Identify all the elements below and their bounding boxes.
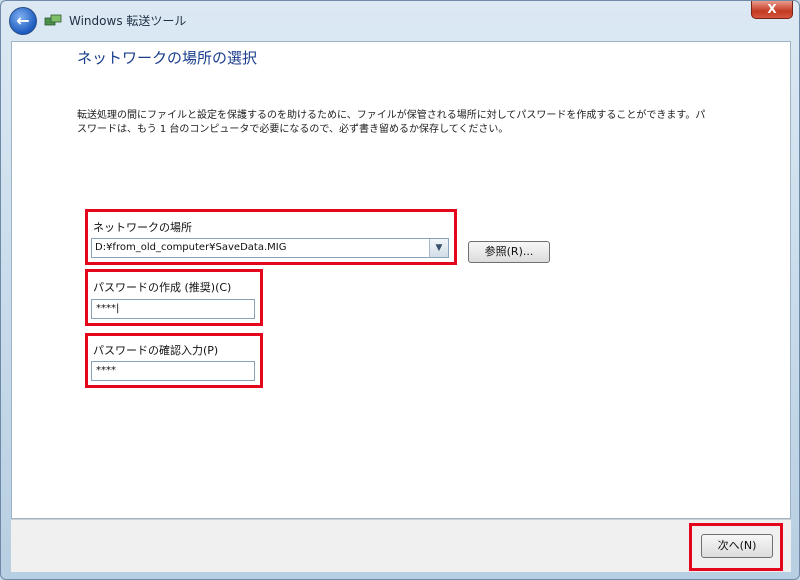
title-bar: ← Windows 転送ツール X: [1, 1, 800, 41]
wizard-footer: [11, 519, 791, 572]
transfer-tool-icon: [44, 14, 62, 26]
back-arrow-icon: ←: [16, 11, 30, 30]
confirm-password-input[interactable]: ****: [91, 361, 255, 381]
page-title: ネットワークの場所の選択: [77, 49, 258, 67]
browse-button[interactable]: 参照(R)...: [468, 241, 550, 263]
window-title: Windows 転送ツール: [69, 14, 187, 28]
wizard-window: ← Windows 転送ツール X ネットワークの場所の選択 転送処理の間にファ…: [0, 0, 800, 580]
network-location-select[interactable]: D:¥from_old_computer¥SaveData.MIG ▼: [91, 238, 449, 258]
close-button[interactable]: X: [751, 1, 793, 19]
back-button[interactable]: ←: [9, 7, 37, 35]
network-location-value: D:¥from_old_computer¥SaveData.MIG: [95, 242, 287, 253]
chevron-down-icon[interactable]: ▼: [429, 239, 448, 257]
close-icon: X: [767, 2, 777, 16]
password-label: パスワードの作成 (推奨)(C): [93, 281, 232, 294]
password-input[interactable]: ****|: [91, 299, 255, 319]
page-description: 転送処理の間にファイルと設定を保護するのを助けるために、ファイルが保管される場所…: [77, 110, 706, 135]
confirm-password-label: パスワードの確認入力(P): [93, 344, 219, 357]
network-location-label: ネットワークの場所: [93, 221, 192, 234]
next-button[interactable]: 次へ(N): [701, 534, 773, 558]
